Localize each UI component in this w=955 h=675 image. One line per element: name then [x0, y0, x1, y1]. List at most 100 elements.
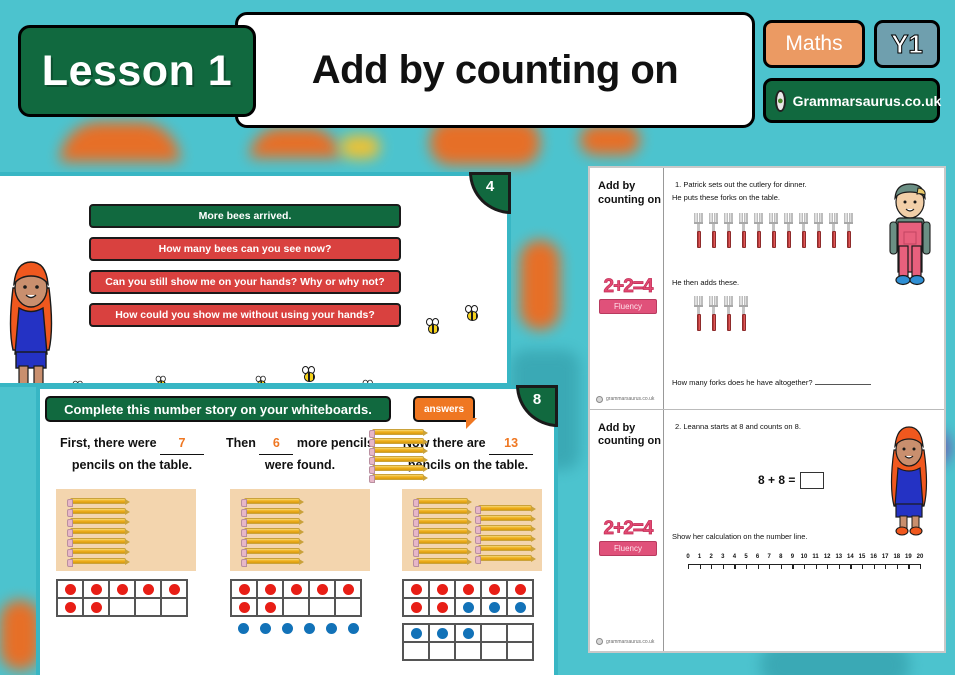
pencil-icon [369, 474, 428, 483]
story-3-value[interactable]: 13 [489, 433, 534, 455]
pencil-icon [241, 548, 304, 557]
ten-frame-cell [481, 624, 507, 642]
blue-counter [326, 623, 337, 634]
ten-frame-cell [403, 642, 429, 660]
story-2-pre: Then [226, 436, 256, 450]
pencil-icon [369, 465, 428, 474]
pencil-icon [369, 429, 428, 438]
q2-answer-box[interactable] [800, 471, 825, 489]
fork-icon [814, 213, 823, 248]
bees-statement-banner[interactable]: More bees arrived. [89, 204, 401, 228]
slide-story-content: Complete this number story on your white… [40, 389, 554, 675]
ten-frame-cell [403, 598, 429, 616]
number-line-label: 18 [893, 553, 901, 560]
story-2-value[interactable]: 6 [259, 433, 294, 455]
pencil-icon [67, 508, 130, 517]
number-line-tick [815, 563, 817, 569]
number-line-tick [827, 563, 829, 569]
pencil-icon [67, 518, 130, 527]
ten-frame-cell [283, 598, 309, 616]
q2-equation-row: 8 + 8 = [758, 471, 825, 489]
number-line-label: 3 [721, 553, 725, 560]
fork-icon [784, 213, 793, 248]
extra-pencils-group [366, 429, 428, 483]
bees-question-3-label: How could you show me without using your… [115, 309, 375, 321]
page-title: Add by counting on [311, 47, 679, 92]
pencil-icon [413, 508, 472, 517]
bees-question-3[interactable]: How could you show me without using your… [89, 303, 401, 327]
bees-question-2[interactable]: Can you still show me on your hands? Why… [89, 270, 401, 294]
worksheet-page-1: Add by counting on 2+2=4 Fluency grammar… [590, 168, 944, 410]
number-line-tick [862, 563, 864, 569]
number-line-label: 15 [858, 553, 866, 560]
q1-answer-blank[interactable] [814, 384, 871, 385]
number-line-tick [896, 563, 898, 569]
pencil-icon [413, 518, 472, 527]
red-counter [290, 583, 302, 595]
number-line-label: 6 [755, 553, 760, 560]
pencil-icon [475, 505, 536, 514]
ten-frame-cell [109, 598, 135, 616]
slide-thumbnail-bees[interactable]: More bees arrived. How many bees can you… [0, 172, 511, 387]
number-line-tick [757, 563, 759, 569]
ten-frame-cell [507, 642, 533, 660]
ten-frame-cell [507, 580, 533, 598]
subject-badge: Maths [763, 20, 865, 68]
worksheet-footer-label-1: grammarsaurus.co.uk [606, 396, 655, 402]
bee-icon [155, 375, 168, 383]
fork-icon [694, 296, 703, 331]
number-line-tick [804, 563, 806, 569]
bee-icon [362, 379, 375, 383]
number-line-tick [688, 563, 690, 569]
fork-icon [694, 213, 703, 248]
story-sentence-row: First, there were 7 pencils on the table… [48, 433, 554, 475]
ten-frame-cell [429, 580, 455, 598]
slide-thumbnail-number-story[interactable]: Complete this number story on your white… [36, 385, 558, 675]
story-1-value[interactable]: 7 [160, 433, 205, 455]
boy-character [889, 183, 931, 286]
bg-blob [0, 600, 40, 670]
red-counter [168, 583, 180, 595]
ten-frame-cell [135, 598, 161, 616]
red-counter [436, 583, 448, 595]
number-line-label: 16 [870, 553, 877, 560]
blue-counter [488, 601, 500, 613]
red-counter [116, 583, 128, 595]
red-counter [462, 583, 474, 595]
worksheet-body-1: 1. Patrick sets out the cutlery for dinn… [666, 168, 944, 409]
ten-frame-cell [231, 598, 257, 616]
ten-frame [402, 623, 534, 661]
red-counter [316, 583, 328, 595]
pencil-column-left [241, 498, 304, 568]
bee-icon [465, 305, 480, 321]
number-line-label: 11 [812, 553, 819, 560]
ten-frame-cell [429, 642, 455, 660]
number-line-label: 13 [835, 553, 843, 560]
story-1-pre: First, there were [59, 436, 157, 450]
pencil-icon [241, 538, 304, 547]
ten-frame-cell [231, 580, 257, 598]
bee-icon [426, 318, 441, 334]
q2-line1: 2. Leanna starts at 8 and counts on 8. [675, 421, 801, 431]
pencil-icon [475, 555, 536, 564]
number-line-label: 17 [881, 553, 889, 560]
pencil-box-2 [230, 489, 370, 571]
lesson-number-badge: Lesson 1 [18, 25, 256, 117]
loose-counters [238, 623, 366, 634]
ten-frame-cell [335, 580, 361, 598]
pencil-icon [241, 528, 304, 537]
pencil-column-right [475, 505, 536, 565]
bees-question-1[interactable]: How many bees can you see now? [89, 237, 401, 261]
dinosaur-logo-icon: ● [775, 89, 786, 112]
ten-frame-cell [507, 624, 533, 642]
brand-label: Grammarsaurus.co.uk [792, 92, 942, 109]
year-group-badge: Y1 [874, 20, 940, 68]
blue-counter [304, 623, 315, 634]
pencil-icon [67, 548, 130, 557]
worksheet-preview[interactable]: Add by counting on 2+2=4 Fluency grammar… [588, 166, 946, 653]
number-line-tick [699, 563, 701, 569]
slide-number-8-label: 8 [532, 391, 542, 408]
number-line-label: 8 [779, 553, 783, 560]
red-counter [488, 583, 500, 595]
number-line-tick [734, 563, 736, 569]
